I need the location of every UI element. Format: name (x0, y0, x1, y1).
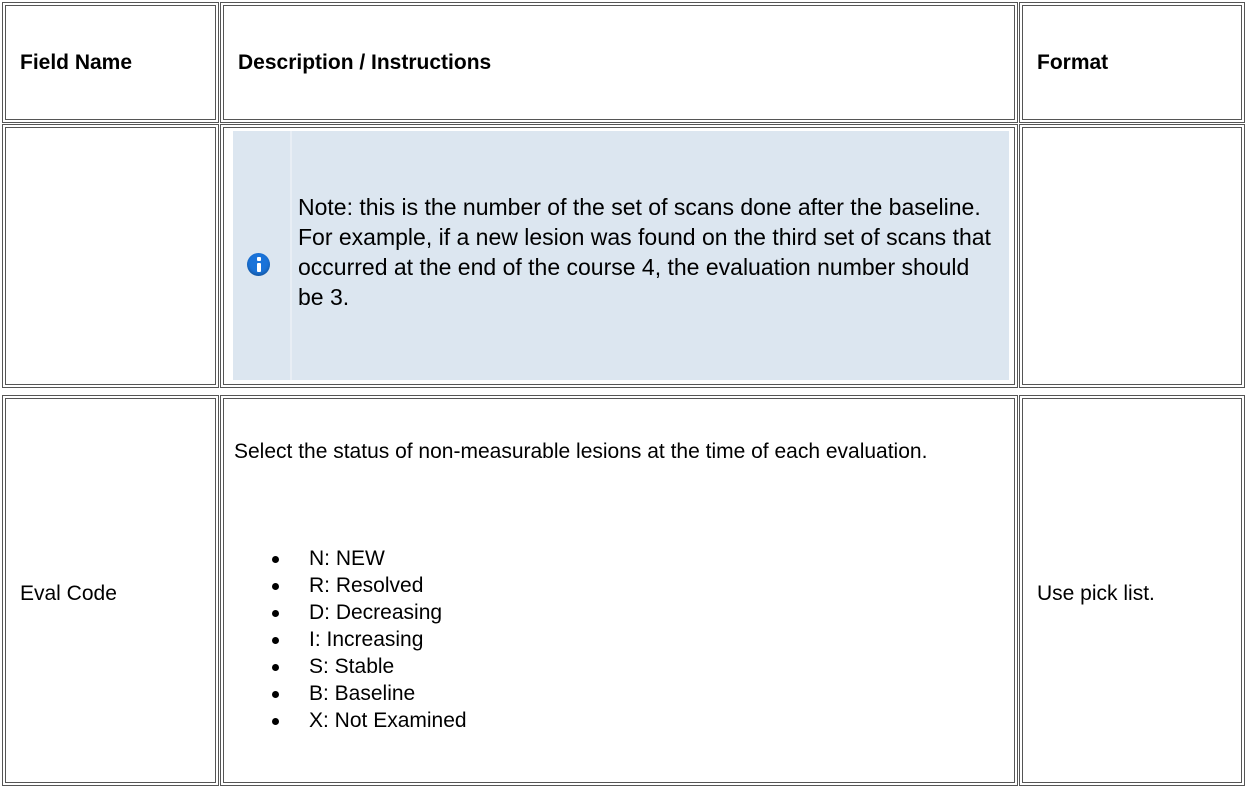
info-icon (247, 253, 270, 276)
list-item: I: Increasing (272, 626, 467, 653)
list-item: S: Stable (272, 653, 467, 680)
note-text: Note: this is the number of the set of s… (298, 194, 991, 310)
note-divider (290, 131, 292, 380)
header-format-label: Format (1037, 50, 1109, 74)
list-item: D: Decreasing (272, 599, 467, 626)
row-2-field-name-text: Eval Code (20, 582, 117, 605)
field-definition-table: Field Name Description / Instructions Fo… (0, 0, 1247, 788)
row-2-field-name: Eval Code (2, 395, 219, 786)
list-item: R: Resolved (272, 572, 467, 599)
row-2-description: Select the status of non-measurable lesi… (220, 395, 1018, 786)
header-format: Format (1019, 2, 1245, 123)
row-2-format-text: Use pick list. (1037, 582, 1155, 605)
list-item: X: Not Examined (272, 707, 467, 734)
eval-code-options: N: NEW R: Resolved D: Decreasing I: Incr… (272, 545, 467, 734)
list-item: B: Baseline (272, 680, 467, 707)
header-field-name-label: Field Name (20, 50, 133, 74)
row-2-description-text: Select the status of non-measurable lesi… (234, 440, 928, 463)
row-1-field-name (2, 124, 219, 388)
list-item: N: NEW (272, 545, 467, 572)
header-description-label: Description / Instructions (238, 50, 492, 74)
row-1-format (1019, 124, 1245, 388)
row-2-format: Use pick list. (1019, 395, 1245, 786)
header-field-name: Field Name (2, 2, 219, 123)
note-box: Note: this is the number of the set of s… (233, 131, 1009, 380)
header-description: Description / Instructions (220, 2, 1018, 123)
